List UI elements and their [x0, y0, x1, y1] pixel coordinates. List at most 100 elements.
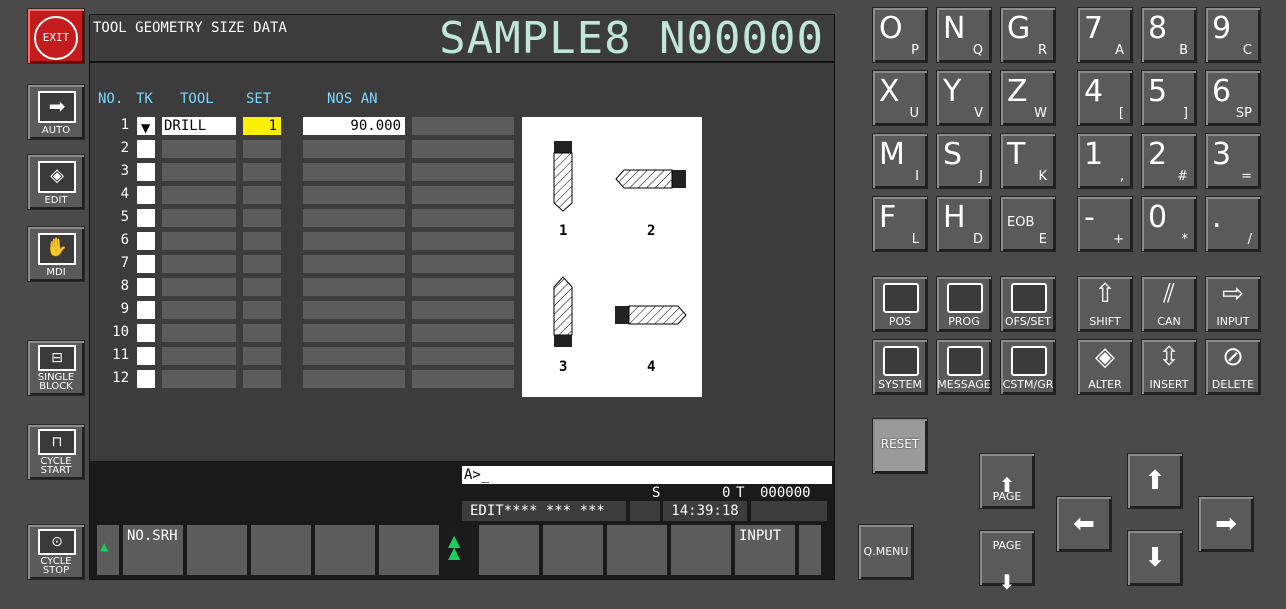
softkey-4[interactable] — [315, 525, 375, 575]
address-key[interactable]: NQ — [936, 7, 992, 63]
set-cell[interactable] — [243, 255, 281, 273]
nose-angle-cell[interactable] — [303, 163, 405, 181]
nose-angle-cell[interactable] — [303, 255, 405, 273]
extra-cell[interactable] — [412, 209, 514, 227]
tool-name-cell[interactable] — [162, 232, 236, 250]
set-cell[interactable]: 1 — [243, 117, 281, 135]
reset-button[interactable]: RESET — [872, 418, 928, 474]
auto-button[interactable]: ➡ AUTO — [27, 84, 85, 140]
edit-key[interactable]: ⫽ CAN — [1141, 276, 1197, 332]
address-key[interactable]: EOB E — [1000, 196, 1056, 252]
tool-name-cell[interactable] — [162, 255, 236, 273]
tool-name-cell[interactable] — [162, 163, 236, 181]
mdi-button[interactable]: ✋ MDI — [27, 226, 85, 282]
softkey-6[interactable] — [479, 525, 539, 575]
softkey-9[interactable] — [671, 525, 731, 575]
set-cell[interactable] — [243, 209, 281, 227]
set-cell[interactable] — [243, 278, 281, 296]
cycle-stop-button[interactable]: ⊙ CYCLE STOP — [27, 524, 85, 580]
tk-indicator[interactable] — [137, 347, 155, 365]
tool-name-cell[interactable] — [162, 301, 236, 319]
softkey-8[interactable] — [607, 525, 667, 575]
set-cell[interactable] — [243, 370, 281, 388]
tool-name-cell[interactable] — [162, 370, 236, 388]
numeric-key[interactable]: 4[ — [1077, 70, 1133, 126]
cursor-down-button[interactable]: ⬇ — [1127, 530, 1183, 586]
nose-angle-cell[interactable] — [303, 278, 405, 296]
softkey-7[interactable] — [543, 525, 603, 575]
tool-name-cell[interactable] — [162, 186, 236, 204]
tk-indicator[interactable] — [137, 370, 155, 388]
function-key[interactable]: SYSTEM — [872, 339, 928, 395]
nose-angle-cell[interactable]: 90.000 — [303, 117, 405, 135]
double-triangle-icon[interactable]: ▲ ▲ — [448, 533, 460, 561]
set-cell[interactable] — [243, 186, 281, 204]
extra-cell[interactable] — [412, 278, 514, 296]
address-key[interactable]: OP — [872, 7, 928, 63]
tk-indicator[interactable] — [137, 186, 155, 204]
single-block-button[interactable]: ⊟ SINGLE BLOCK — [27, 340, 85, 396]
tool-name-cell[interactable] — [162, 140, 236, 158]
address-key[interactable]: XU — [872, 70, 928, 126]
page-down-button[interactable]: PAGE ⬇ — [979, 530, 1035, 594]
edit-key[interactable]: ⇧ SHIFT — [1077, 276, 1133, 332]
page-up-button[interactable]: ⬆ PAGE — [979, 453, 1035, 509]
set-cell[interactable] — [243, 324, 281, 342]
edit-key[interactable]: ⇳ INSERT — [1141, 339, 1197, 395]
input-line[interactable]: A>_ — [462, 466, 832, 484]
numeric-key[interactable]: 0 * — [1141, 196, 1197, 252]
tool-name-cell[interactable]: DRILL — [162, 117, 236, 135]
nose-angle-cell[interactable] — [303, 140, 405, 158]
extra-cell[interactable] — [412, 163, 514, 181]
address-key[interactable]: YV — [936, 70, 992, 126]
numeric-key[interactable]: . / — [1205, 196, 1261, 252]
tool-name-cell[interactable] — [162, 209, 236, 227]
softkey-next[interactable] — [799, 525, 821, 575]
function-key[interactable]: POS — [872, 276, 928, 332]
numeric-key[interactable]: 1, — [1077, 133, 1133, 189]
softkey-prev[interactable]: ▲ — [97, 525, 119, 575]
softkey-3[interactable] — [251, 525, 311, 575]
extra-cell[interactable] — [412, 255, 514, 273]
nose-angle-cell[interactable] — [303, 370, 405, 388]
tk-indicator[interactable] — [137, 324, 155, 342]
tk-indicator[interactable] — [137, 255, 155, 273]
tk-indicator[interactable] — [137, 278, 155, 296]
tk-indicator[interactable] — [137, 209, 155, 227]
function-key[interactable]: MESSAGE — [936, 339, 992, 395]
edit-key[interactable]: ⊘ DELETE — [1205, 339, 1261, 395]
nose-angle-cell[interactable] — [303, 301, 405, 319]
extra-cell[interactable] — [412, 186, 514, 204]
extra-cell[interactable] — [412, 301, 514, 319]
numeric-key[interactable]: 2 # — [1141, 133, 1197, 189]
tk-indicator[interactable] — [137, 163, 155, 181]
tk-indicator[interactable]: ▼ — [137, 117, 155, 135]
extra-cell[interactable] — [412, 140, 514, 158]
edit-key[interactable]: ⇨ INPUT — [1205, 276, 1261, 332]
tk-indicator[interactable] — [137, 301, 155, 319]
tool-name-cell[interactable] — [162, 278, 236, 296]
numeric-key[interactable]: 6 SP — [1205, 70, 1261, 126]
numeric-key[interactable]: 3 = — [1205, 133, 1261, 189]
numeric-key[interactable]: 9C — [1205, 7, 1261, 63]
set-cell[interactable] — [243, 301, 281, 319]
tk-indicator[interactable] — [137, 232, 155, 250]
nose-angle-cell[interactable] — [303, 186, 405, 204]
tool-name-cell[interactable] — [162, 347, 236, 365]
cursor-right-button[interactable]: ➡ — [1198, 496, 1254, 552]
softkey-input[interactable]: INPUT — [735, 525, 795, 575]
tk-indicator[interactable] — [137, 140, 155, 158]
extra-cell[interactable] — [412, 370, 514, 388]
softkey-5[interactable] — [379, 525, 439, 575]
extra-cell[interactable] — [412, 232, 514, 250]
edit-key[interactable]: ◈ ALTER — [1077, 339, 1133, 395]
numeric-key[interactable]: - + — [1077, 196, 1133, 252]
edit-button[interactable]: ◈ EDIT — [27, 154, 85, 210]
cursor-up-button[interactable]: ⬆ — [1127, 453, 1183, 509]
numeric-key[interactable]: 7A — [1077, 7, 1133, 63]
nose-angle-cell[interactable] — [303, 347, 405, 365]
qmenu-button[interactable]: Q.MENU — [858, 524, 914, 580]
set-cell[interactable] — [243, 347, 281, 365]
function-key[interactable]: OFS/SET — [1000, 276, 1056, 332]
exit-button[interactable]: EXIT — [27, 8, 85, 64]
